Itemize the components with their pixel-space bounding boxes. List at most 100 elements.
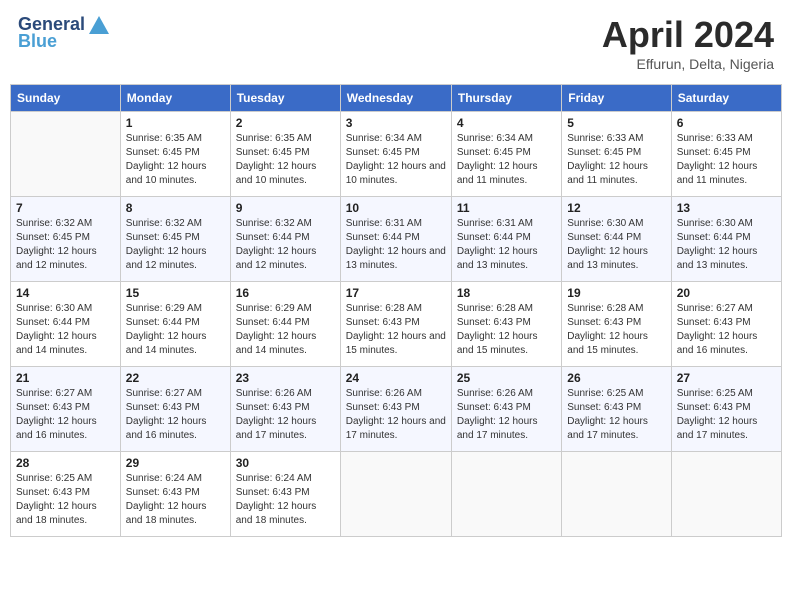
- day-number: 18: [457, 286, 556, 300]
- calendar-cell: [340, 452, 451, 537]
- calendar-cell: 21 Sunrise: 6:27 AMSunset: 6:43 PMDayligh…: [11, 367, 121, 452]
- day-info: Sunrise: 6:33 AMSunset: 6:45 PMDaylight:…: [677, 132, 776, 188]
- day-info: Sunrise: 6:34 AMSunset: 6:45 PMDaylight:…: [457, 132, 556, 188]
- day-info: Sunrise: 6:28 AMSunset: 6:43 PMDaylight:…: [457, 302, 556, 358]
- calendar-cell: [11, 112, 121, 197]
- calendar-cell: 4Sunrise: 6:34 AMSunset: 6:45 PMDaylight…: [451, 112, 561, 197]
- day-number: 22: [126, 371, 225, 385]
- calendar-cell: 25 Sunrise: 6:26 AMSunset: 6:43 PMDayligh…: [451, 367, 561, 452]
- week-row-2: 7 Sunrise: 6:32 AMSunset: 6:45 PMDaylight…: [11, 197, 782, 282]
- day-number: 30: [236, 456, 335, 470]
- day-number: 9: [236, 201, 335, 215]
- day-info: Sunrise: 6:35 AMSunset: 6:45 PMDaylight:…: [126, 132, 225, 188]
- day-number: 28: [16, 456, 115, 470]
- day-info: Sunrise: 6:26 AMSunset: 6:43 PMDaylight:…: [346, 387, 446, 443]
- day-number: 26: [567, 371, 665, 385]
- day-info: Sunrise: 6:30 AMSunset: 6:44 PMDaylight:…: [567, 217, 665, 273]
- day-number: 29: [126, 456, 225, 470]
- day-info: Sunrise: 6:34 AMSunset: 6:45 PMDaylight:…: [346, 132, 446, 188]
- day-number: 14: [16, 286, 115, 300]
- day-number: 5: [567, 116, 665, 130]
- day-number: 10: [346, 201, 446, 215]
- calendar-cell: 30Sunrise: 6:24 AMSunset: 6:43 PMDayligh…: [230, 452, 340, 537]
- day-info: Sunrise: 6:28 AMSunset: 6:43 PMDaylight:…: [567, 302, 665, 358]
- calendar-cell: 14 Sunrise: 6:30 AMSunset: 6:44 PMDayligh…: [11, 282, 121, 367]
- day-info: Sunrise: 6:33 AMSunset: 6:45 PMDaylight:…: [567, 132, 665, 188]
- calendar-cell: 11 Sunrise: 6:31 AMSunset: 6:44 PMDayligh…: [451, 197, 561, 282]
- day-info: Sunrise: 6:30 AMSunset: 6:44 PMDaylight:…: [677, 217, 776, 273]
- day-header-wednesday: Wednesday: [340, 85, 451, 112]
- calendar-cell: [562, 452, 671, 537]
- day-number: 27: [677, 371, 776, 385]
- calendar-cell: 5 Sunrise: 6:33 AMSunset: 6:45 PMDaylight…: [562, 112, 671, 197]
- calendar-cell: 23 Sunrise: 6:26 AMSunset: 6:43 PMDayligh…: [230, 367, 340, 452]
- calendar-cell: 29 Sunrise: 6:24 AMSunset: 6:43 PMDayligh…: [120, 452, 230, 537]
- day-number: 8: [126, 201, 225, 215]
- day-info: Sunrise: 6:26 AMSunset: 6:43 PMDaylight:…: [457, 387, 556, 443]
- week-row-5: 28 Sunrise: 6:25 AMSunset: 6:43 PMDayligh…: [11, 452, 782, 537]
- day-info: Sunrise: 6:27 AMSunset: 6:43 PMDaylight:…: [16, 387, 115, 443]
- day-header-thursday: Thursday: [451, 85, 561, 112]
- day-info: Sunrise: 6:32 AMSunset: 6:44 PMDaylight:…: [236, 217, 335, 273]
- calendar-cell: 20Sunrise: 6:27 AMSunset: 6:43 PMDayligh…: [671, 282, 781, 367]
- day-info: Sunrise: 6:32 AMSunset: 6:45 PMDaylight:…: [16, 217, 115, 273]
- day-info: Sunrise: 6:27 AMSunset: 6:43 PMDaylight:…: [677, 302, 776, 358]
- day-number: 7: [16, 201, 115, 215]
- day-info: Sunrise: 6:27 AMSunset: 6:43 PMDaylight:…: [126, 387, 225, 443]
- calendar-cell: 17 Sunrise: 6:28 AMSunset: 6:43 PMDayligh…: [340, 282, 451, 367]
- calendar-cell: 22 Sunrise: 6:27 AMSunset: 6:43 PMDayligh…: [120, 367, 230, 452]
- calendar-cell: 2 Sunrise: 6:35 AMSunset: 6:45 PMDaylight…: [230, 112, 340, 197]
- calendar-cell: 26 Sunrise: 6:25 AMSunset: 6:43 PMDayligh…: [562, 367, 671, 452]
- calendar-cell: 24 Sunrise: 6:26 AMSunset: 6:43 PMDayligh…: [340, 367, 451, 452]
- calendar-cell: [451, 452, 561, 537]
- day-info: Sunrise: 6:25 AMSunset: 6:43 PMDaylight:…: [16, 472, 115, 528]
- day-number: 25: [457, 371, 556, 385]
- week-row-4: 21 Sunrise: 6:27 AMSunset: 6:43 PMDayligh…: [11, 367, 782, 452]
- calendar-cell: 13Sunrise: 6:30 AMSunset: 6:44 PMDayligh…: [671, 197, 781, 282]
- day-number: 1: [126, 116, 225, 130]
- day-number: 11: [457, 201, 556, 215]
- calendar-cell: 28 Sunrise: 6:25 AMSunset: 6:43 PMDayligh…: [11, 452, 121, 537]
- calendar-cell: 12Sunrise: 6:30 AMSunset: 6:44 PMDayligh…: [562, 197, 671, 282]
- month-title: April 2024: [602, 14, 774, 56]
- day-info: Sunrise: 6:29 AMSunset: 6:44 PMDaylight:…: [236, 302, 335, 358]
- calendar-cell: 3 Sunrise: 6:34 AMSunset: 6:45 PMDaylight…: [340, 112, 451, 197]
- day-info: Sunrise: 6:26 AMSunset: 6:43 PMDaylight:…: [236, 387, 335, 443]
- day-number: 3: [346, 116, 446, 130]
- day-header-tuesday: Tuesday: [230, 85, 340, 112]
- calendar-cell: 1 Sunrise: 6:35 AMSunset: 6:45 PMDaylight…: [120, 112, 230, 197]
- day-header-saturday: Saturday: [671, 85, 781, 112]
- calendar-cell: 6Sunrise: 6:33 AMSunset: 6:45 PMDaylight…: [671, 112, 781, 197]
- logo-icon: [89, 16, 109, 34]
- day-header-friday: Friday: [562, 85, 671, 112]
- page-header: General Blue April 2024 Effurun, Delta, …: [10, 10, 782, 76]
- calendar-cell: 15 Sunrise: 6:29 AMSunset: 6:44 PMDayligh…: [120, 282, 230, 367]
- day-header-monday: Monday: [120, 85, 230, 112]
- day-number: 23: [236, 371, 335, 385]
- week-row-3: 14 Sunrise: 6:30 AMSunset: 6:44 PMDayligh…: [11, 282, 782, 367]
- calendar-cell: 9 Sunrise: 6:32 AMSunset: 6:44 PMDaylight…: [230, 197, 340, 282]
- day-info: Sunrise: 6:25 AMSunset: 6:43 PMDaylight:…: [677, 387, 776, 443]
- calendar-cell: 19 Sunrise: 6:28 AMSunset: 6:43 PMDayligh…: [562, 282, 671, 367]
- day-number: 21: [16, 371, 115, 385]
- day-info: Sunrise: 6:29 AMSunset: 6:44 PMDaylight:…: [126, 302, 225, 358]
- day-info: Sunrise: 6:31 AMSunset: 6:44 PMDaylight:…: [457, 217, 556, 273]
- day-info: Sunrise: 6:28 AMSunset: 6:43 PMDaylight:…: [346, 302, 446, 358]
- day-number: 2: [236, 116, 335, 130]
- day-info: Sunrise: 6:35 AMSunset: 6:45 PMDaylight:…: [236, 132, 335, 188]
- calendar-cell: 27 Sunrise: 6:25 AMSunset: 6:43 PMDayligh…: [671, 367, 781, 452]
- calendar-cell: 16Sunrise: 6:29 AMSunset: 6:44 PMDayligh…: [230, 282, 340, 367]
- day-number: 19: [567, 286, 665, 300]
- day-info: Sunrise: 6:25 AMSunset: 6:43 PMDaylight:…: [567, 387, 665, 443]
- day-number: 17: [346, 286, 446, 300]
- logo-blue: Blue: [18, 31, 57, 52]
- day-header-sunday: Sunday: [11, 85, 121, 112]
- day-info: Sunrise: 6:32 AMSunset: 6:45 PMDaylight:…: [126, 217, 225, 273]
- day-number: 15: [126, 286, 225, 300]
- day-info: Sunrise: 6:30 AMSunset: 6:44 PMDaylight:…: [16, 302, 115, 358]
- day-number: 24: [346, 371, 446, 385]
- calendar-cell: 10Sunrise: 6:31 AMSunset: 6:44 PMDayligh…: [340, 197, 451, 282]
- calendar-cell: 18 Sunrise: 6:28 AMSunset: 6:43 PMDayligh…: [451, 282, 561, 367]
- week-row-1: 1 Sunrise: 6:35 AMSunset: 6:45 PMDaylight…: [11, 112, 782, 197]
- day-info: Sunrise: 6:24 AMSunset: 6:43 PMDaylight:…: [126, 472, 225, 528]
